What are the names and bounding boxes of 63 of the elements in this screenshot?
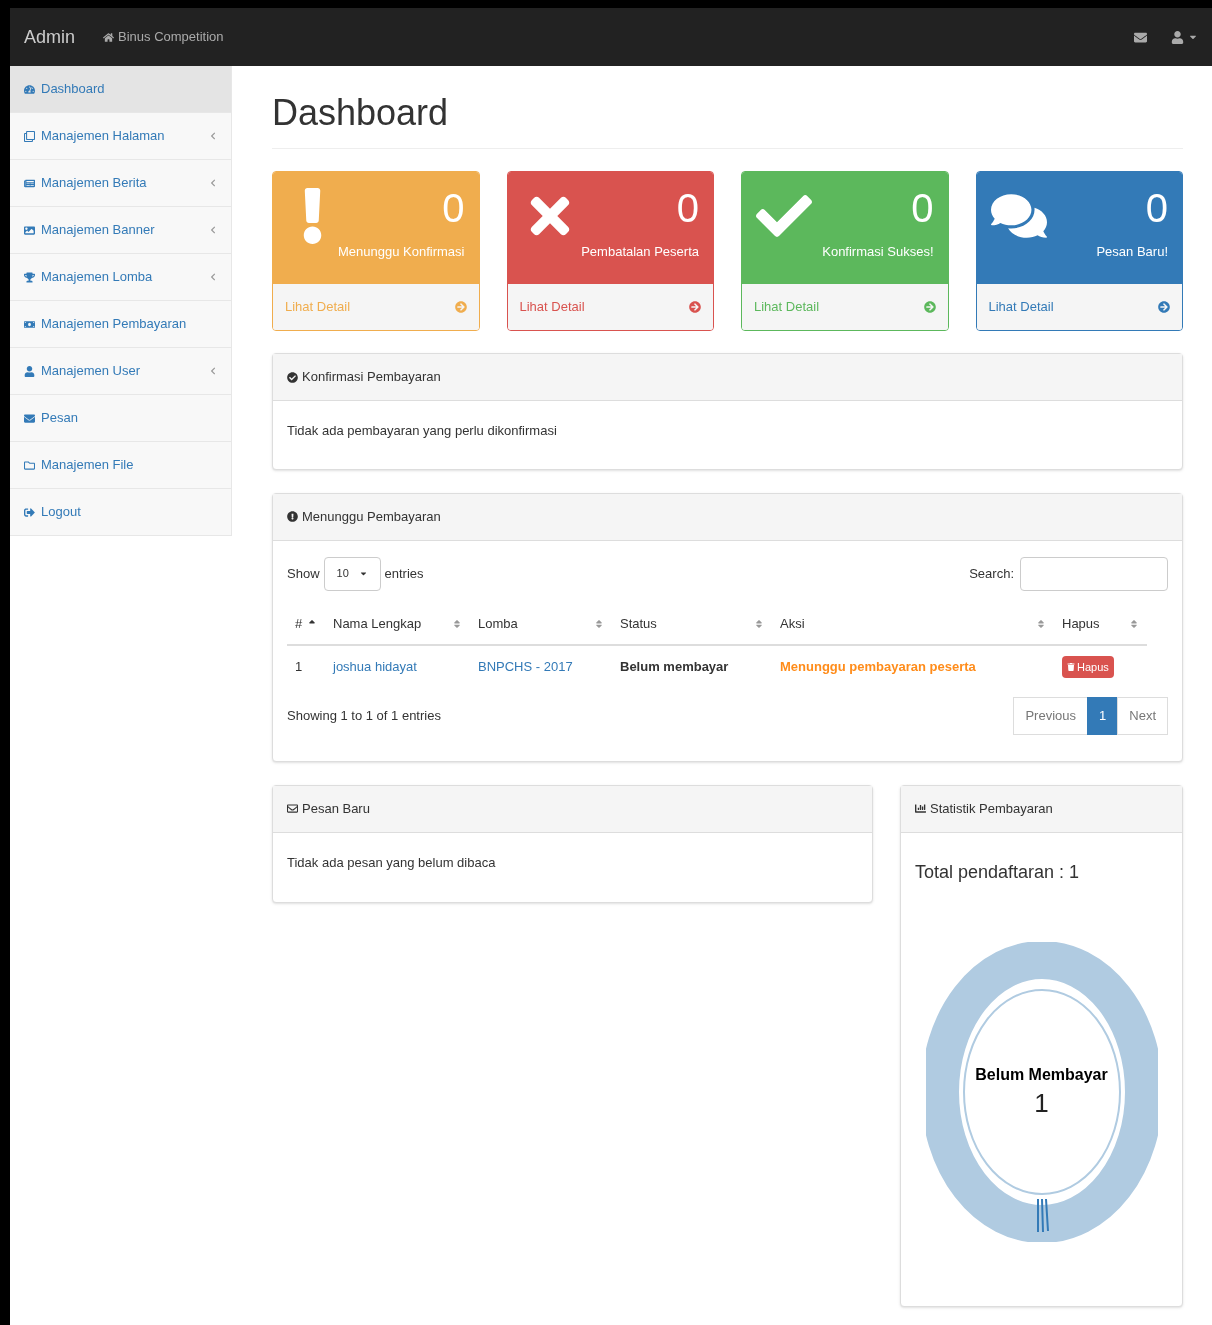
banknote-icon xyxy=(24,318,35,330)
detail-link[interactable]: Lihat Detail xyxy=(742,284,948,330)
column-header[interactable]: # xyxy=(287,604,325,645)
delete-button[interactable]: Hapus xyxy=(1062,655,1114,679)
newspaper-icon xyxy=(24,177,35,189)
dashboard-icon xyxy=(24,83,35,95)
user-icon xyxy=(1171,30,1184,44)
panel-message: Tidak ada pesan yang belum dibaca xyxy=(286,853,497,872)
detail-link[interactable]: Lihat Detail xyxy=(507,284,713,330)
panel-message: Tidak ada pembayaran yang perlu dikonfirmasi xyxy=(286,422,558,440)
column-header[interactable]: Lomba xyxy=(470,604,612,645)
bar-chart-icon xyxy=(915,803,926,814)
pagination-button[interactable]: Previous xyxy=(1013,696,1089,735)
stat-count: 0 xyxy=(676,188,699,228)
panel-title: Pesan Baru xyxy=(302,799,370,818)
name-link[interactable]: joshua hidayat xyxy=(333,659,417,675)
pagination-button[interactable]: 1 xyxy=(1087,696,1119,735)
envelope-icon xyxy=(287,803,298,814)
search-field[interactable] xyxy=(1020,556,1168,591)
table-info: Showing 1 to 1 of 1 entries xyxy=(287,706,441,725)
page-size-select[interactable]: 10 xyxy=(323,556,381,591)
trophy-icon xyxy=(24,271,35,283)
pages-icon xyxy=(24,130,35,142)
stat-count: 0 xyxy=(442,188,465,228)
column-header[interactable]: Nama Lengkap xyxy=(325,604,470,645)
stat-label: Pembatalan Peserta xyxy=(581,243,699,261)
sidebar-item[interactable]: Dashboard xyxy=(10,66,231,113)
column-header[interactable]: Status xyxy=(612,604,772,645)
envelope-icon[interactable] xyxy=(1134,30,1147,44)
caret-icon xyxy=(358,569,368,578)
stat-count: 0 xyxy=(1145,188,1168,228)
logout-icon xyxy=(24,506,35,518)
stat-label: Konfirmasi Sukses! xyxy=(822,243,934,261)
stat-label: Pesan Baru! xyxy=(1096,243,1168,261)
stat-count: 0 xyxy=(911,188,934,228)
panel-title: Menunggu Pembayaran xyxy=(302,507,441,526)
home-icon xyxy=(103,31,115,43)
image-icon xyxy=(24,224,35,236)
donut-value: 1 xyxy=(1034,1087,1049,1120)
search-label: Search: xyxy=(969,564,1014,583)
table-cell: Belum membayar xyxy=(612,644,772,689)
user-menu[interactable] xyxy=(1171,30,1198,44)
total-text: Total pendaftaran : 1 xyxy=(915,860,1081,884)
folder-icon xyxy=(24,459,35,471)
lomba-link[interactable]: BNPCHS - 2017 xyxy=(478,659,573,675)
panel-title: Statistik Pembayaran xyxy=(930,799,1053,818)
home-link[interactable]: Binus Competition xyxy=(103,27,224,47)
pagination-button[interactable]: Next xyxy=(1117,696,1168,735)
page-title: Dashboard xyxy=(272,86,1183,149)
user-icon xyxy=(24,365,35,377)
entries-label: entries xyxy=(384,564,424,583)
column-header[interactable]: Aksi xyxy=(772,604,1054,645)
stat-label: Menunggu Konfirmasi xyxy=(338,243,465,261)
envelope-icon xyxy=(24,412,35,424)
detail-link[interactable]: Lihat Detail xyxy=(976,284,1182,330)
table-cell: 1 xyxy=(287,644,325,689)
trash-icon xyxy=(1067,663,1075,671)
show-label: Show xyxy=(287,564,320,583)
column-header[interactable]: Hapus xyxy=(1054,604,1147,645)
donut-label: Belum Membayar xyxy=(975,1065,1108,1086)
panel-title: Konfirmasi Pembayaran xyxy=(302,368,441,387)
table-cell: Menunggu pembayaran peserta xyxy=(772,644,1054,689)
brand-link[interactable]: Admin xyxy=(24,23,76,51)
